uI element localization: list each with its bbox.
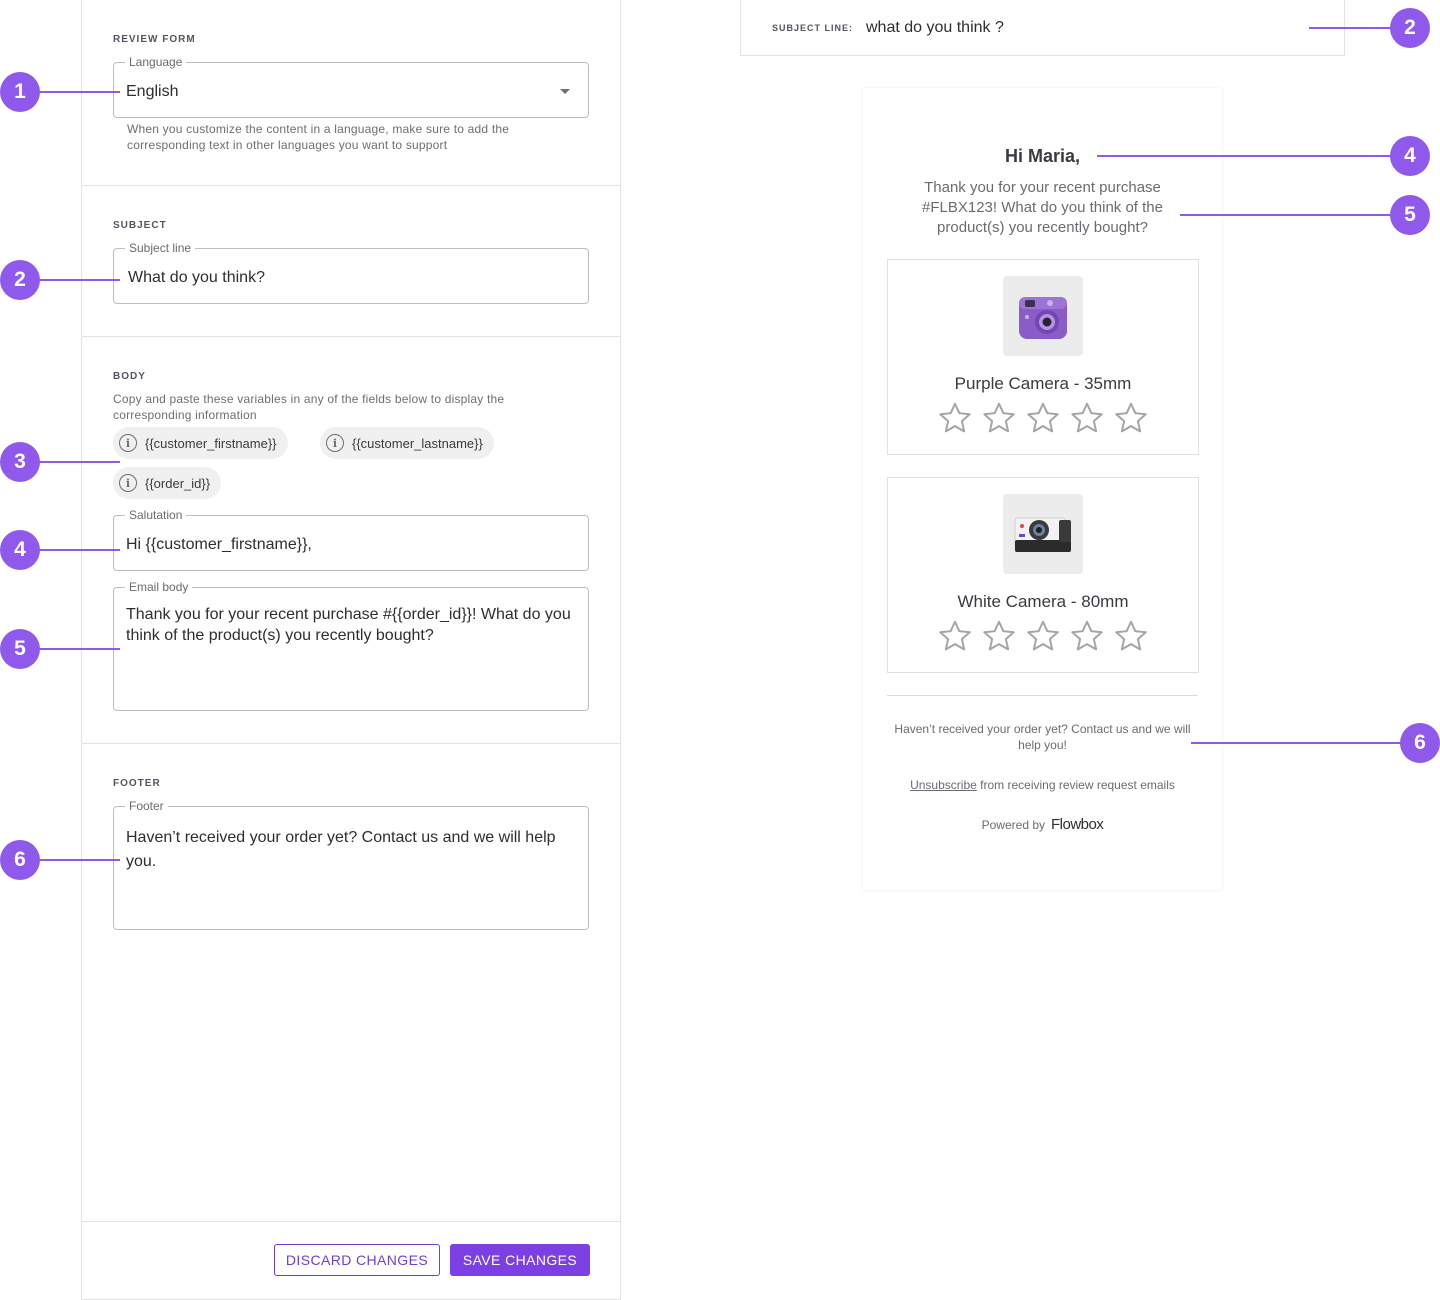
subject-section: SUBJECT Subject line What do you think?	[82, 186, 620, 337]
subject-line-label: Subject line	[125, 241, 196, 255]
variable-chip-customer-lastname[interactable]: i {{customer_lastname}}	[320, 427, 494, 459]
annotation-marker-2-preview: 2	[1390, 8, 1430, 48]
chevron-down-icon[interactable]	[560, 89, 570, 94]
salutation-label: Salutation	[125, 508, 187, 522]
language-helper-text: When you customize the content in a lang…	[127, 122, 510, 152]
language-label: Language	[125, 55, 187, 69]
white-camera-image	[1003, 494, 1083, 574]
chip-label: {{order_id}}	[145, 475, 211, 491]
body-title: BODY	[113, 371, 146, 382]
product-card: Purple Camera - 35mm	[887, 259, 1199, 455]
annotation-line	[1097, 155, 1391, 157]
subject-title: SUBJECT	[113, 220, 167, 231]
email-footer-text: Haven’t received your order yet? Contact…	[894, 722, 1191, 752]
purple-camera-image	[1003, 276, 1083, 356]
footer-title: FOOTER	[113, 778, 161, 789]
editor-panel: REVIEW FORM Language English When you cu…	[81, 0, 621, 1300]
discard-changes-button[interactable]: DISCARD CHANGES	[274, 1244, 440, 1276]
unsubscribe-link[interactable]: Unsubscribe	[910, 778, 977, 792]
variable-chip-order-id[interactable]: i {{order_id}}	[113, 467, 222, 499]
annotation-marker-1: 1	[0, 72, 40, 112]
subject-line-value: What do you think?	[128, 269, 265, 286]
salutation-input[interactable]: Salutation Hi {{customer_firstname}},	[113, 508, 589, 571]
footer-label: Footer	[125, 799, 168, 813]
rating-stars	[937, 618, 1149, 654]
product-card: White Camera - 80mm	[887, 477, 1199, 673]
annotation-line	[1180, 214, 1391, 216]
chip-label: {{customer_firstname}}	[145, 435, 277, 451]
star-icon[interactable]	[1113, 400, 1149, 436]
annotation-line	[38, 461, 120, 463]
annotation-marker-5-preview: 5	[1390, 195, 1430, 235]
flowbox-logo: Flowbox	[1051, 816, 1104, 833]
annotation-line	[38, 859, 120, 861]
body-section: BODY Copy and paste these variables in a…	[82, 337, 620, 744]
variable-chip-customer-firstname[interactable]: i {{customer_firstname}}	[113, 427, 288, 459]
info-icon: i	[326, 434, 344, 452]
star-icon[interactable]	[937, 400, 973, 436]
subject-line-input[interactable]: Subject line What do you think?	[113, 241, 589, 304]
annotation-line	[38, 91, 120, 93]
annotation-line	[38, 648, 120, 650]
info-icon: i	[119, 474, 137, 492]
star-icon[interactable]	[1113, 618, 1149, 654]
powered-by-text: Powered by	[981, 818, 1045, 832]
info-icon: i	[119, 434, 137, 452]
annotation-marker-3: 3	[0, 442, 40, 482]
language-select[interactable]: Language English	[113, 55, 589, 118]
footer-value: Haven’t received your order yet? Contact…	[126, 829, 556, 870]
body-description: Copy and paste these variables in any of…	[113, 392, 505, 422]
annotation-line	[38, 549, 120, 551]
rating-stars	[937, 400, 1149, 436]
annotation-marker-5: 5	[0, 629, 40, 669]
star-icon[interactable]	[981, 618, 1017, 654]
annotation-marker-4: 4	[0, 530, 40, 570]
chip-label: {{customer_lastname}}	[352, 435, 483, 451]
unsubscribe-text: from receiving review request emails	[980, 778, 1175, 792]
footer-section: FOOTER Footer Haven’t received your orde…	[82, 744, 620, 1222]
star-icon[interactable]	[937, 618, 973, 654]
annotation-marker-4-preview: 4	[1390, 136, 1430, 176]
annotation-line	[1309, 27, 1391, 29]
email-body-value: Thank you for your recent purchase #{{or…	[126, 606, 571, 644]
product-name: White Camera - 80mm	[957, 592, 1129, 611]
star-icon[interactable]	[1069, 618, 1105, 654]
footer-textarea[interactable]: Footer Haven’t received your order yet? …	[113, 799, 589, 930]
review-form-title: REVIEW FORM	[113, 34, 196, 45]
email-divider	[887, 695, 1198, 696]
email-preview: Hi Maria, Thank you for your recent purc…	[863, 88, 1222, 890]
annotation-line	[38, 279, 120, 281]
product-name: Purple Camera - 35mm	[954, 374, 1132, 393]
language-value: English	[126, 83, 179, 100]
annotation-marker-2: 2	[0, 260, 40, 300]
star-icon[interactable]	[1025, 618, 1061, 654]
preview-subject-bar: SUBJECT LINE: what do you think ?	[740, 0, 1345, 56]
review-form-section: REVIEW FORM Language English When you cu…	[82, 0, 620, 186]
save-changes-button[interactable]: SAVE CHANGES	[450, 1244, 590, 1276]
star-icon[interactable]	[981, 400, 1017, 436]
star-icon[interactable]	[1069, 400, 1105, 436]
annotation-line	[1191, 742, 1401, 744]
subject-line-preview: what do you think ?	[866, 19, 1004, 36]
subject-line-key: SUBJECT LINE:	[772, 23, 854, 33]
annotation-marker-6: 6	[0, 840, 40, 880]
email-body-label: Email body	[125, 580, 193, 594]
star-icon[interactable]	[1025, 400, 1061, 436]
powered-by: Powered by Flowbox	[863, 816, 1222, 833]
annotation-marker-6-preview: 6	[1400, 723, 1440, 763]
email-body-textarea[interactable]: Email body Thank you for your recent pur…	[113, 580, 589, 711]
email-intro: Thank you for your recent purchase #FLBX…	[922, 179, 1163, 236]
salutation-value: Hi {{customer_firstname}},	[126, 536, 312, 553]
unsubscribe-line: Unsubscribe from receiving review reques…	[863, 778, 1222, 792]
